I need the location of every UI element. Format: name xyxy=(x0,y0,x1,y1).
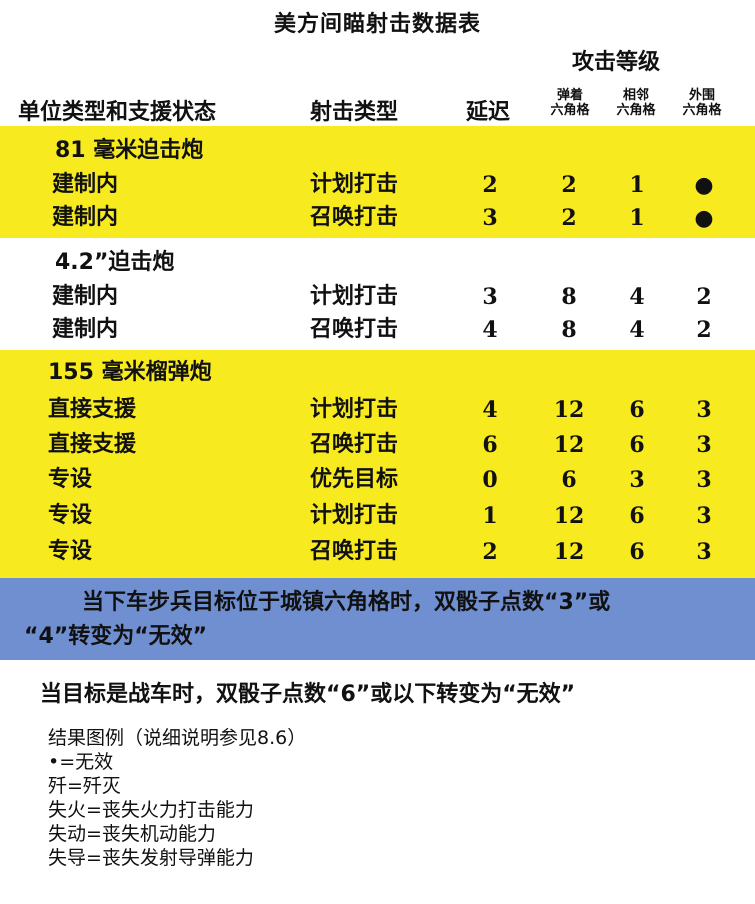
vehicle-note: 当目标是战车时，双骰子点数“6”或以下转变为“无效” xyxy=(40,682,576,707)
adjacent-hex-cell: 4 xyxy=(629,317,645,343)
adjacent-hex-header: 相邻 六角格 xyxy=(606,88,666,118)
adjacent-hex-cell: 6 xyxy=(629,397,645,423)
group-81mm-band: 81 毫米迫击炮 建制内 计划打击 2 2 1 ● 建制内 召唤打击 3 2 1… xyxy=(0,126,755,238)
urban-note-line2: “4”转变为“无效” xyxy=(24,624,208,649)
group-title: 4.2”迫击炮 xyxy=(55,250,175,275)
adjacent-hex-cell: 6 xyxy=(629,432,645,458)
delay-cell: 1 xyxy=(482,503,498,529)
on-hex-header-line2: 六角格 xyxy=(550,103,590,118)
table-row: 建制内 召唤打击 4 8 4 2 xyxy=(0,313,755,347)
on-hex-cell: 12 xyxy=(553,539,585,565)
fire-type-cell: 计划打击 xyxy=(310,503,399,528)
attack-level-header: 攻击等级 xyxy=(572,50,661,75)
adjacent-hex-cell: 3 xyxy=(629,467,645,493)
on-hex-cell: 12 xyxy=(553,432,585,458)
urban-note-band: 当下车步兵目标位于城镇六角格时，双骰子点数“3”或 “4”转变为“无效” xyxy=(0,578,755,660)
on-hex-header-line1: 弹着 xyxy=(556,88,583,103)
table-row: 建制内 召唤打击 3 2 1 ● xyxy=(0,201,755,235)
adjacent-hex-cell: 1 xyxy=(629,205,645,231)
unit-cell: 直接支援 xyxy=(48,432,137,457)
delay-cell: 6 xyxy=(482,432,498,458)
group-title: 81 毫米迫击炮 xyxy=(55,138,204,163)
legend-item: 歼=歼灭 xyxy=(48,775,121,797)
on-hex-cell: 12 xyxy=(553,503,585,529)
unit-cell: 专设 xyxy=(48,539,93,564)
adjacent-hex-cell: 1 xyxy=(629,172,645,198)
delay-cell: 4 xyxy=(482,397,498,423)
table-row: 专设 优先目标 0 6 3 3 xyxy=(0,463,755,497)
outer-hex-cell: ● xyxy=(694,172,714,198)
on-hex-cell: 12 xyxy=(553,397,585,423)
delay-cell: 2 xyxy=(482,539,498,565)
table-row: 建制内 计划打击 2 2 1 ● xyxy=(0,168,755,202)
outer-hex-header: 外围 六角格 xyxy=(672,88,732,118)
urban-note-line1: 当下车步兵目标位于城镇六角格时，双骰子点数“3”或 xyxy=(82,590,611,615)
legend-item: 失火=丧失火力打击能力 xyxy=(48,799,254,821)
legend-item: 失导=丧失发射导弹能力 xyxy=(48,847,254,869)
adjacent-hex-header-line2: 六角格 xyxy=(616,103,656,118)
group-title: 155 毫米榴弹炮 xyxy=(48,360,212,385)
unit-cell: 建制内 xyxy=(52,284,119,309)
fire-type-cell: 召唤打击 xyxy=(310,317,399,342)
fire-type-cell: 召唤打击 xyxy=(310,539,399,564)
adjacent-hex-cell: 6 xyxy=(629,503,645,529)
group-4-2in-band: 4.2”迫击炮 建制内 计划打击 3 8 4 2 建制内 召唤打击 4 8 4 … xyxy=(0,238,755,350)
legend-item: •=无效 xyxy=(48,751,114,773)
on-hex-cell: 2 xyxy=(561,205,577,231)
outer-hex-cell: 3 xyxy=(696,467,712,493)
on-hex-cell: 2 xyxy=(561,172,577,198)
fire-type-cell: 优先目标 xyxy=(310,467,399,492)
table-row: 直接支援 计划打击 4 12 6 3 xyxy=(0,393,755,427)
outer-hex-header-line1: 外围 xyxy=(688,88,715,103)
table-row: 专设 召唤打击 2 12 6 3 xyxy=(0,535,755,569)
unit-cell: 专设 xyxy=(48,467,93,492)
outer-hex-cell: 2 xyxy=(696,284,712,310)
fire-type-cell: 计划打击 xyxy=(310,172,399,197)
outer-hex-cell: 3 xyxy=(696,397,712,423)
adjacent-hex-header-line1: 相邻 xyxy=(622,88,649,103)
group-155mm-band: 155 毫米榴弹炮 直接支援 计划打击 4 12 6 3 直接支援 召唤打击 6… xyxy=(0,350,755,578)
adjacent-hex-cell: 4 xyxy=(629,284,645,310)
page-title: 美方间瞄射击数据表 xyxy=(273,12,481,37)
delay-cell: 3 xyxy=(482,205,498,231)
unit-cell: 直接支援 xyxy=(48,397,137,422)
delay-cell: 2 xyxy=(482,172,498,198)
delay-header: 延迟 xyxy=(466,100,511,125)
delay-cell: 3 xyxy=(482,284,498,310)
on-hex-header: 弹着 六角格 xyxy=(540,88,600,118)
on-hex-cell: 6 xyxy=(561,467,577,493)
adjacent-hex-cell: 6 xyxy=(629,539,645,565)
unit-cell: 建制内 xyxy=(52,317,119,342)
delay-cell: 4 xyxy=(482,317,498,343)
legend-title: 结果图例（说细说明参见8.6） xyxy=(48,727,307,749)
table-row: 建制内 计划打击 3 8 4 2 xyxy=(0,280,755,314)
outer-hex-cell: 2 xyxy=(696,317,712,343)
unit-cell: 建制内 xyxy=(52,172,119,197)
unit-status-header: 单位类型和支援状态 xyxy=(18,100,217,125)
outer-hex-cell: 3 xyxy=(696,432,712,458)
table-row: 专设 计划打击 1 12 6 3 xyxy=(0,499,755,533)
fire-type-cell: 召唤打击 xyxy=(310,205,399,230)
fire-type-cell: 计划打击 xyxy=(310,284,399,309)
outer-hex-cell: ● xyxy=(694,205,714,231)
on-hex-cell: 8 xyxy=(561,317,577,343)
unit-cell: 专设 xyxy=(48,503,93,528)
result-legend: 结果图例（说细说明参见8.6） •=无效 歼=歼灭 失火=丧失火力打击能力 失动… xyxy=(48,726,306,870)
outer-hex-header-line2: 六角格 xyxy=(682,103,722,118)
fire-type-header: 射击类型 xyxy=(310,100,399,125)
legend-item: 失动=丧失机动能力 xyxy=(48,823,216,845)
outer-hex-cell: 3 xyxy=(696,539,712,565)
unit-cell: 建制内 xyxy=(52,205,119,230)
fire-type-cell: 召唤打击 xyxy=(310,432,399,457)
delay-cell: 0 xyxy=(482,467,498,493)
table-row: 直接支援 召唤打击 6 12 6 3 xyxy=(0,428,755,462)
fire-type-cell: 计划打击 xyxy=(310,397,399,422)
outer-hex-cell: 3 xyxy=(696,503,712,529)
on-hex-cell: 8 xyxy=(561,284,577,310)
